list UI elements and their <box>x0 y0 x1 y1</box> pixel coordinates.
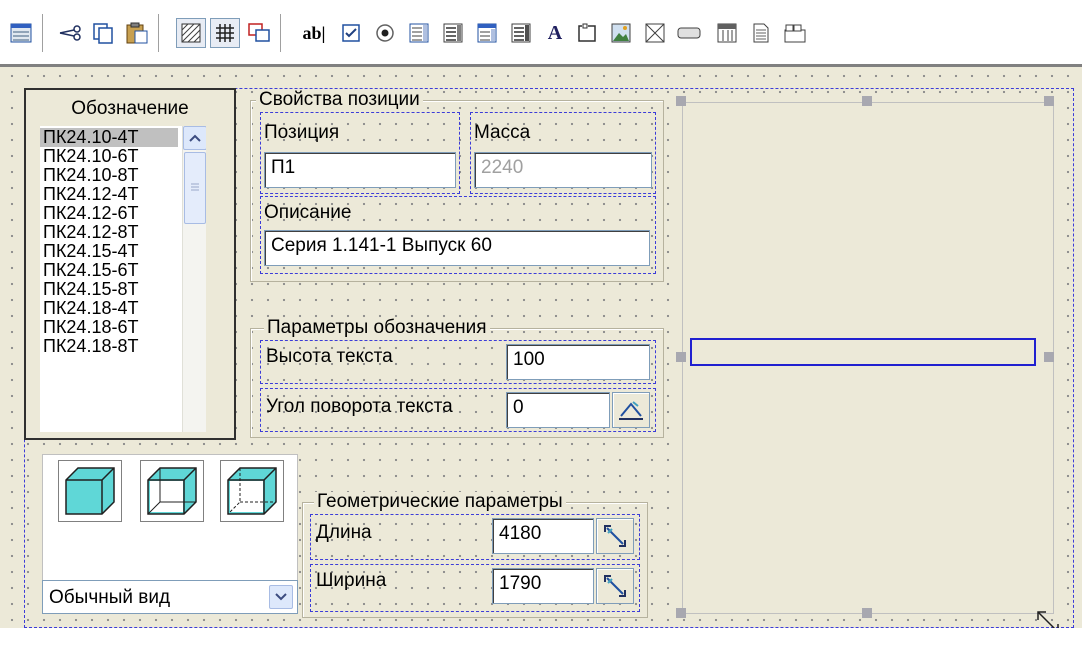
position-label: Позиция <box>264 122 340 143</box>
designer-bottom-edge <box>0 628 1082 645</box>
text-field-icon[interactable]: ab| <box>294 18 334 48</box>
resize-handle-s[interactable] <box>862 608 872 618</box>
list-item[interactable]: ПК24.15-4Т <box>40 242 178 261</box>
length-input[interactable]: 4180 <box>492 518 594 554</box>
mass-label: Масса <box>474 122 531 143</box>
rotate-angle-icon <box>619 401 643 420</box>
view-select[interactable]: Обычный вид <box>42 580 298 614</box>
designation-params-title: Параметры обозначения <box>264 318 490 338</box>
paste-icon[interactable] <box>122 18 152 48</box>
chevron-up-icon <box>189 134 201 142</box>
toolbar-separator <box>280 14 284 52</box>
view-select-value: Обычный вид <box>49 587 171 608</box>
measure-distance-icon <box>604 525 626 547</box>
resize-handle-e[interactable] <box>1044 352 1054 362</box>
designation-title: Обозначение <box>71 98 189 119</box>
cube-transparent-icon <box>227 467 277 515</box>
width-input[interactable]: 1790 <box>492 568 594 604</box>
designer-border <box>0 64 1082 67</box>
list-item[interactable]: ПК24.10-6Т <box>40 147 178 166</box>
list-alt-icon[interactable] <box>438 18 468 48</box>
list-item[interactable]: ПК24.12-6Т <box>40 204 178 223</box>
groupbox-icon[interactable] <box>572 18 602 48</box>
bring-front-icon[interactable] <box>244 18 274 48</box>
resize-handle-sw[interactable] <box>676 608 686 618</box>
rotation-label: Угол поворота текста <box>266 396 453 417</box>
position-input[interactable]: П1 <box>264 152 456 188</box>
tabs-icon[interactable] <box>780 18 810 48</box>
designation-panel: Обозначение ПК24.10-4Т ПК24.10-6Т ПК24.10-… <box>24 88 236 440</box>
list-item[interactable]: ПК24.10-4Т <box>40 128 178 147</box>
rotation-pick-button[interactable] <box>612 392 650 428</box>
resize-handle-w[interactable] <box>676 352 686 362</box>
grid-list-alt-icon[interactable] <box>506 18 536 48</box>
mass-input[interactable]: 2240 <box>474 152 652 188</box>
list-item[interactable]: ПК24.18-6Т <box>40 318 178 337</box>
rotation-input[interactable]: 0 <box>506 392 610 428</box>
radio-icon[interactable] <box>370 18 400 48</box>
list-item[interactable]: ПК24.18-4Т <box>40 299 178 318</box>
list-icon[interactable] <box>404 18 434 48</box>
designation-list: ПК24.10-4Т ПК24.10-6Т ПК24.10-8Т ПК24.12-4Т… <box>40 128 180 432</box>
grid-icon[interactable] <box>6 18 36 48</box>
picture-frame-icon[interactable] <box>640 18 670 48</box>
resize-handle-n[interactable] <box>862 96 872 106</box>
image-icon[interactable] <box>606 18 636 48</box>
description-label: Описание <box>264 202 352 223</box>
geometry-title: Геометрические параметры <box>314 492 566 512</box>
list-scrollbar[interactable] <box>182 126 206 432</box>
label-icon[interactable]: A <box>540 18 570 48</box>
cube-solid-icon <box>65 467 115 515</box>
position-props-title: Свойства позиции <box>256 90 423 110</box>
cube-wireframe-icon <box>147 467 197 515</box>
toolbar: ab| A <box>0 0 1082 64</box>
text-height-input[interactable]: 100 <box>506 344 650 380</box>
grid-list-icon[interactable] <box>472 18 502 48</box>
grid-pattern-icon[interactable] <box>210 18 240 48</box>
list-item[interactable]: ПК24.12-4Т <box>40 185 178 204</box>
length-label: Длина <box>316 522 372 543</box>
list-item[interactable]: ПК24.10-8Т <box>40 166 178 185</box>
selected-control-outline[interactable] <box>690 338 1036 366</box>
view-transparent-button[interactable] <box>220 460 284 522</box>
chevron-down-icon <box>275 593 287 601</box>
length-measure-button[interactable] <box>596 518 634 554</box>
grip-icon <box>191 183 199 191</box>
list-item[interactable]: ПК24.15-8Т <box>40 280 178 299</box>
resize-handle-nw[interactable] <box>676 96 686 106</box>
view-wireframe-button[interactable] <box>140 460 204 522</box>
scroll-thumb[interactable] <box>184 152 206 224</box>
document-icon[interactable] <box>746 18 776 48</box>
button-icon[interactable] <box>674 18 704 48</box>
width-measure-button[interactable] <box>596 568 634 604</box>
designation-listbox[interactable]: ПК24.10-4Т ПК24.10-6Т ПК24.10-8Т ПК24.12-4Т… <box>40 126 206 432</box>
toolbar-separator <box>42 14 46 52</box>
calendar-icon[interactable] <box>712 18 742 48</box>
measure-distance-icon <box>604 575 626 597</box>
width-label: Ширина <box>316 570 387 591</box>
list-item[interactable]: ПК24.15-6Т <box>40 261 178 280</box>
view-solid-button[interactable] <box>58 460 122 522</box>
scroll-up-button[interactable] <box>183 126 206 150</box>
description-input[interactable]: Серия 1.141-1 Выпуск 60 <box>264 230 650 266</box>
toolbar-separator <box>158 14 162 52</box>
cut-icon[interactable] <box>56 18 86 48</box>
list-item[interactable]: ПК24.12-8Т <box>40 223 178 242</box>
resize-handle-ne[interactable] <box>1044 96 1054 106</box>
view-select-dropdown-button[interactable] <box>269 585 293 609</box>
hatch-fill-icon[interactable] <box>176 18 206 48</box>
text-height-label: Высота текста <box>266 346 393 367</box>
copy-icon[interactable] <box>88 18 118 48</box>
checkbox-icon[interactable] <box>336 18 366 48</box>
list-item[interactable]: ПК24.18-8Т <box>40 337 178 356</box>
